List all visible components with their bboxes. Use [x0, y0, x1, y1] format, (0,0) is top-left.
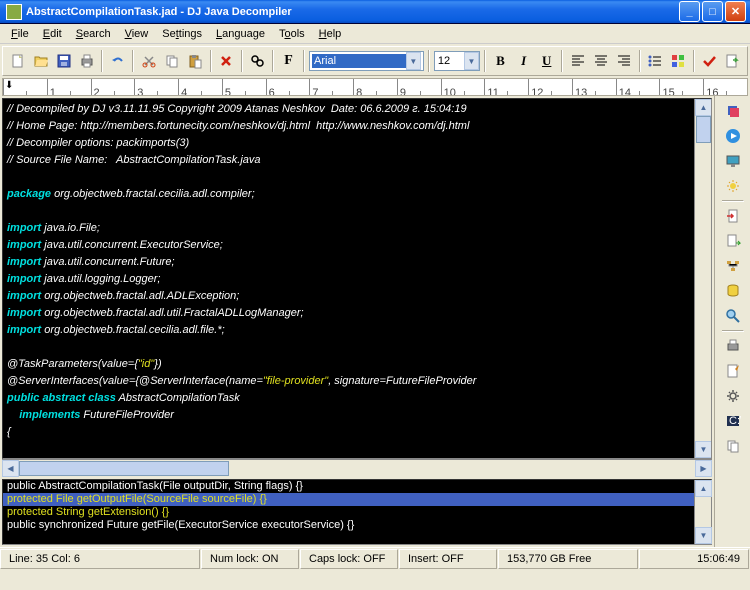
menu-edit[interactable]: Edit — [36, 26, 69, 42]
cut-icon[interactable] — [138, 50, 159, 72]
zoom-icon[interactable] — [722, 305, 744, 327]
font-combobox[interactable]: Arial▼ — [309, 51, 424, 71]
font-size-combobox[interactable]: 12▼ — [434, 51, 480, 71]
new-file-icon[interactable] — [7, 50, 28, 72]
scroll-thumb[interactable] — [696, 116, 711, 143]
scroll-left-icon[interactable]: ◀ — [2, 460, 19, 477]
palette-icon[interactable] — [668, 50, 689, 72]
align-center-icon[interactable] — [590, 50, 611, 72]
methods-vscroll[interactable]: ▲ ▼ — [694, 480, 711, 544]
list-item[interactable]: protected String getExtension() {} — [3, 506, 694, 519]
bold-icon[interactable]: B — [490, 50, 511, 72]
open-folder-icon[interactable] — [30, 50, 51, 72]
status-bar: Line: 35 Col: 6 Num lock: ON Caps lock: … — [0, 547, 750, 569]
scroll-down-icon[interactable]: ▼ — [695, 527, 712, 544]
editor-content: // Decompiled by DJ v3.11.11.95 Copyrigh… — [3, 99, 711, 443]
import-icon[interactable] — [722, 205, 744, 227]
console-icon[interactable]: C:\ — [722, 410, 744, 432]
export-icon[interactable] — [722, 50, 743, 72]
font-name: Arial — [312, 54, 406, 68]
close-button[interactable]: ✕ — [725, 1, 746, 22]
status-numlock: Num lock: ON — [201, 549, 299, 569]
save-icon[interactable] — [53, 50, 74, 72]
print-icon[interactable] — [76, 50, 97, 72]
maximize-button[interactable]: □ — [702, 1, 723, 22]
save-all-icon[interactable] — [722, 100, 744, 122]
bullets-icon[interactable] — [645, 50, 666, 72]
settings-icon[interactable] — [722, 385, 744, 407]
methods-list[interactable]: public AbstractCompilationTask(File outp… — [3, 480, 694, 544]
paste-icon[interactable] — [185, 50, 206, 72]
scroll-up-icon[interactable]: ▲ — [695, 99, 712, 116]
ruler: ⬇ 12345678910111213141516 — [2, 78, 748, 96]
minimize-button[interactable]: _ — [679, 1, 700, 22]
sidebar-toolbar: C:\ — [714, 96, 750, 547]
docs-icon[interactable] — [722, 435, 744, 457]
status-position: Line: 35 Col: 6 — [0, 549, 200, 569]
menu-language[interactable]: Language — [209, 26, 272, 42]
delete-icon[interactable] — [216, 50, 237, 72]
hscroll-thumb[interactable] — [19, 461, 229, 476]
toolbar: F Arial▼ 12▼ B I U — [2, 46, 748, 76]
monitor-icon[interactable] — [722, 150, 744, 172]
menu-help[interactable]: Help — [312, 26, 349, 42]
align-left-icon[interactable] — [567, 50, 588, 72]
edit-doc-icon[interactable] — [722, 360, 744, 382]
check-icon[interactable] — [699, 50, 720, 72]
print2-icon[interactable] — [722, 335, 744, 357]
code-editor[interactable]: // Decompiled by DJ v3.11.11.95 Copyrigh… — [2, 98, 712, 459]
align-right-icon[interactable] — [613, 50, 634, 72]
svg-text:C:\: C:\ — [729, 415, 741, 427]
doc-arrow-icon[interactable] — [722, 230, 744, 252]
copy-icon[interactable] — [162, 50, 183, 72]
title-bar: AbstractCompilationTask.jad - DJ Java De… — [0, 0, 750, 24]
status-time: 15:06:49 — [639, 549, 749, 569]
play-icon[interactable] — [722, 125, 744, 147]
db-icon[interactable] — [722, 280, 744, 302]
menu-view[interactable]: View — [118, 26, 156, 42]
underline-icon[interactable]: U — [536, 50, 557, 72]
status-disk: 153,770 GB Free — [498, 549, 638, 569]
scroll-down-icon[interactable]: ▼ — [695, 441, 712, 458]
font-icon[interactable]: F — [278, 50, 299, 72]
status-capslock: Caps lock: OFF — [300, 549, 398, 569]
list-item[interactable]: public synchronized Future getFile(Execu… — [3, 519, 694, 532]
status-insert: Insert: OFF — [399, 549, 497, 569]
undo-icon[interactable] — [107, 50, 128, 72]
italic-icon[interactable]: I — [513, 50, 534, 72]
menu-bar: File Edit Search View Settings Language … — [0, 24, 750, 44]
scroll-right-icon[interactable]: ▶ — [695, 460, 712, 477]
menu-tools[interactable]: Tools — [272, 26, 312, 42]
editor-vscroll[interactable]: ▲ ▼ — [694, 99, 711, 458]
list-item-selected[interactable]: protected File getOutputFile(SourceFile … — [3, 493, 694, 506]
methods-panel: public AbstractCompilationTask(File outp… — [2, 479, 712, 545]
find-icon[interactable] — [247, 50, 268, 72]
list-item[interactable]: public AbstractCompilationTask(File outp… — [3, 480, 694, 493]
tree-icon[interactable] — [722, 255, 744, 277]
app-icon — [6, 4, 22, 20]
menu-settings[interactable]: Settings — [155, 26, 209, 42]
editor-hscroll[interactable]: ◀ ▶ — [2, 459, 712, 476]
window-title: AbstractCompilationTask.jad - DJ Java De… — [26, 6, 678, 18]
sun-icon[interactable] — [722, 175, 744, 197]
font-size: 12 — [438, 55, 464, 67]
menu-file[interactable]: File — [4, 26, 36, 42]
scroll-up-icon[interactable]: ▲ — [695, 480, 712, 497]
menu-search[interactable]: Search — [69, 26, 118, 42]
